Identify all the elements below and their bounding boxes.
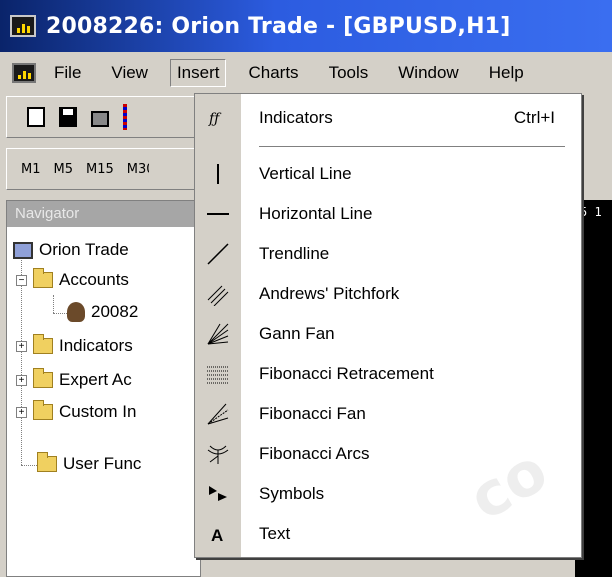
horizontal-line-icon [195,209,241,219]
folder-icon [33,334,53,354]
fibonacci-arcs-icon [195,442,241,466]
menu-item-gann-fan[interactable]: Gann Fan [195,314,581,354]
app-icon[interactable] [10,15,36,37]
menu-item-label: Vertical Line [259,164,352,183]
tree-user-functions-label: User Func [63,454,142,473]
menu-item-label: Trendline [259,244,330,263]
menu-charts[interactable]: Charts [244,59,302,87]
svg-text:fƒ: fƒ [208,111,222,126]
menu-item-andrews-pitchfork[interactable]: Andrews' Pitchfork [195,274,581,314]
menu-item-vertical-line[interactable]: Vertical Line [195,154,581,194]
period-m30-button[interactable]: M30 [127,162,149,177]
expand-icon[interactable]: + [16,340,27,352]
tree-account-label: 20082 [91,302,139,321]
indicators-icon: fƒ [195,110,241,126]
folder-icon [37,452,57,472]
tree-user-functions[interactable]: User Func [37,451,141,477]
account-icon [67,302,85,322]
menu-item-fibonacci-fan[interactable]: Fibonacci Fan [195,394,581,434]
period-m15-button[interactable]: M15 [86,162,114,177]
menu-shortcut: Ctrl+I [513,108,555,127]
svg-text:A: A [211,526,223,544]
tree-indicators[interactable]: + Indicators [16,333,133,359]
menu-item-label: Andrews' Pitchfork [259,284,400,303]
fibonacci-retracement-icon [195,364,241,384]
computer-icon [13,241,33,259]
print-icon[interactable] [91,111,109,127]
menu-file[interactable]: File [50,59,85,87]
menu-item-label: Horizontal Line [259,204,373,223]
tree-line [21,465,37,466]
save-icon[interactable] [59,107,77,127]
navigator-panel: Navigator Orion Trade − Accounts 20082 +… [6,200,201,577]
menu-item-label: Indicators [259,108,333,127]
toolbar-separator-icon [123,104,127,130]
tree-root-label: Orion Trade [39,240,129,259]
tree-expert-advisors-label: Expert Ac [59,370,132,389]
chart-price-label: 5 1 [580,205,602,219]
document-menu-icon[interactable] [12,63,36,83]
menu-item-trendline[interactable]: Trendline [195,234,581,274]
period-m5-button[interactable]: M5 [54,162,74,177]
menu-item-label: Fibonacci Retracement [259,364,434,383]
menu-window[interactable]: Window [394,59,462,87]
symbols-icon [195,483,241,505]
expand-icon[interactable]: + [16,406,27,418]
menu-item-text[interactable]: A Text [195,514,581,554]
tree-account-item[interactable]: 20082 [67,299,138,325]
tree-expert-advisors[interactable]: + Expert Ac [16,367,132,393]
navigator-title: Navigator [7,201,200,227]
tree-line [53,313,67,314]
collapse-icon[interactable]: − [16,274,27,286]
tree-accounts-label: Accounts [59,270,129,289]
menu-view[interactable]: View [107,59,152,87]
menu-item-fibonacci-retracement[interactable]: Fibonacci Retracement [195,354,581,394]
new-document-icon[interactable] [27,107,45,127]
periods-toolbar: M1 M5 M15 M30 [6,148,206,190]
trendline-icon [195,242,241,266]
pitchfork-icon [195,282,241,306]
tree-line [53,295,54,313]
tree-root[interactable]: Orion Trade [13,237,129,263]
menu-item-label: Gann Fan [259,324,335,343]
window-title: 2008226: Orion Trade - [GBPUSD,H1] [46,13,511,39]
standard-toolbar [6,96,206,138]
tree-accounts[interactable]: − Accounts [16,267,129,293]
period-m1-button[interactable]: M1 [21,162,41,177]
folder-icon [33,268,53,288]
menu-item-label: Text [259,524,291,543]
tree-custom-indicators-label: Custom In [59,402,137,421]
tree-custom-indicators[interactable]: + Custom In [16,399,136,425]
folder-icon [33,368,53,388]
menu-item-indicators[interactable]: fƒ Indicators Ctrl+I [195,98,581,138]
tree-indicators-label: Indicators [59,336,133,355]
gann-fan-icon [195,322,241,346]
expand-icon[interactable]: + [16,374,27,386]
menu-item-horizontal-line[interactable]: Horizontal Line [195,194,581,234]
menu-tools[interactable]: Tools [325,59,373,87]
menu-separator [259,146,565,148]
menu-insert[interactable]: Insert [169,59,227,87]
text-icon: A [195,524,241,544]
menu-item-label: Fibonacci Fan [259,404,366,423]
vertical-line-icon [195,163,241,185]
fibonacci-fan-icon [195,402,241,426]
menu-bar: File View Insert Charts Tools Window Hel… [0,52,612,94]
title-bar: 2008226: Orion Trade - [GBPUSD,H1] [0,0,612,52]
folder-icon [33,400,53,420]
menu-help[interactable]: Help [485,59,528,87]
